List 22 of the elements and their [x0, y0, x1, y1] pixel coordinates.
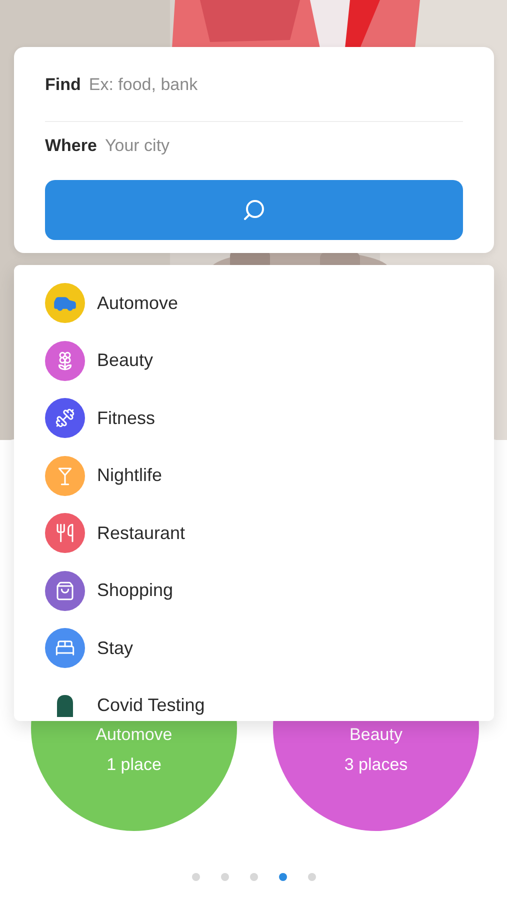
search-button[interactable]	[45, 180, 463, 240]
search-icon	[242, 198, 266, 222]
category-option[interactable]: Beauty	[97, 350, 154, 371]
where-field[interactable]: Your city	[104, 136, 463, 156]
category-option[interactable]: Automove	[97, 292, 178, 314]
dumbbell-icon	[55, 408, 75, 428]
shopping-bag-icon	[55, 580, 75, 600]
bed-icon	[55, 638, 75, 658]
category-name: Automove	[96, 725, 172, 745]
place-count: 3 places	[344, 755, 408, 775]
find-field[interactable]: Ex: food, bank	[88, 75, 463, 95]
utensils-icon	[55, 523, 75, 543]
category-option[interactable]: Fitness	[97, 408, 156, 428]
where-label: Where	[45, 136, 97, 156]
category-option[interactable]: Nightlife	[97, 465, 162, 486]
category-option[interactable]: Covid Testing	[97, 695, 205, 716]
category-option[interactable]: Shopping	[97, 580, 174, 601]
category-option[interactable]: Restaurant	[97, 522, 186, 544]
category-option[interactable]: Stay	[97, 638, 134, 658]
find-label: Find	[45, 75, 81, 95]
place-count: 1 place	[106, 755, 162, 775]
category-name: Beauty	[350, 725, 402, 745]
